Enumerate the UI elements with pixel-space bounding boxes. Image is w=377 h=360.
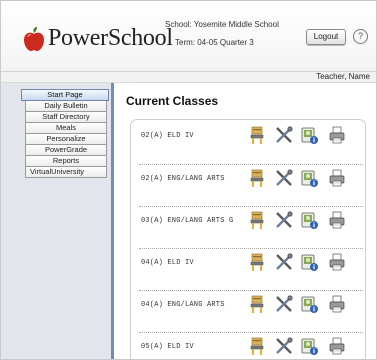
seating-chart-icon[interactable]	[247, 125, 267, 145]
seating-chart-icon[interactable]	[247, 252, 267, 272]
logout-button[interactable]: Logout	[306, 29, 346, 45]
seating-chart-icon[interactable]	[247, 168, 267, 188]
tools-icon[interactable]	[274, 125, 294, 145]
header: PowerSchool School: Yosemite Middle Scho…	[1, 1, 376, 72]
print-icon[interactable]	[327, 336, 347, 356]
tools-icon[interactable]	[274, 336, 294, 356]
class-name[interactable]: 03(A) ENG/LANG ARTS G	[141, 217, 233, 225]
sidebar-nav: Start Page Daily Bulletin Staff Director…	[21, 89, 109, 178]
sidebar-item-reports[interactable]: Reports	[25, 156, 107, 167]
seating-chart-icon[interactable]	[247, 336, 267, 356]
class-row: 05(A) ELD IV	[139, 332, 363, 359]
seating-chart-icon[interactable]	[247, 210, 267, 230]
student-info-icon[interactable]	[299, 210, 319, 230]
class-name[interactable]: 05(A) ELD IV	[141, 343, 194, 351]
class-name[interactable]: 02(A) ENG/LANG ARTS	[141, 175, 225, 183]
sidebar: Start Page Daily Bulletin Staff Director…	[1, 83, 114, 359]
logo-text: PowerSchool	[48, 25, 173, 51]
tools-icon[interactable]	[274, 210, 294, 230]
student-info-icon[interactable]	[299, 294, 319, 314]
tools-icon[interactable]	[274, 294, 294, 314]
class-row: 02(A) ENG/LANG ARTS	[139, 164, 363, 201]
print-icon[interactable]	[327, 168, 347, 188]
sidebar-item-meals[interactable]: Meals	[25, 123, 107, 134]
teacher-name: Teacher, Name	[316, 72, 370, 81]
sidebar-item-powergrade[interactable]: PowerGrade	[25, 145, 107, 156]
sidebar-item-start-page[interactable]: Start Page	[21, 89, 109, 101]
print-icon[interactable]	[327, 125, 347, 145]
sidebar-item-staff-directory[interactable]: Staff Directory	[25, 112, 107, 123]
class-row: 04(A) ENG/LANG ARTS	[139, 290, 363, 327]
class-row: 04(A) ELD IV	[139, 248, 363, 285]
teacher-bar: Teacher, Name	[1, 72, 376, 83]
seating-chart-icon[interactable]	[247, 294, 267, 314]
sidebar-item-daily-bulletin[interactable]: Daily Bulletin	[25, 101, 107, 112]
print-icon[interactable]	[327, 294, 347, 314]
sidebar-item-virtualuniversity[interactable]: VirtualUniversity	[25, 167, 107, 178]
class-name[interactable]: 02(A) ELD IV	[141, 132, 194, 140]
class-name[interactable]: 04(A) ELD IV	[141, 259, 194, 267]
class-row: 03(A) ENG/LANG ARTS G	[139, 206, 363, 243]
student-info-icon[interactable]	[299, 168, 319, 188]
help-icon[interactable]: ?	[353, 29, 368, 44]
classes-list: 02(A) ELD IV 02(A) ENG/LANG ARTS 03(A) ENG…	[130, 119, 366, 359]
page-title: Current Classes	[126, 94, 219, 108]
class-row: 02(A) ELD IV	[139, 122, 363, 158]
print-icon[interactable]	[327, 210, 347, 230]
tools-icon[interactable]	[274, 168, 294, 188]
school-name: School: Yosemite Middle School	[165, 20, 279, 29]
student-info-icon[interactable]	[299, 252, 319, 272]
class-name[interactable]: 04(A) ENG/LANG ARTS	[141, 301, 225, 309]
apple-icon	[24, 26, 44, 51]
school-info: School: Yosemite Middle School Term: 04-…	[165, 18, 279, 54]
term-label: Term: 04-05 Quarter 3	[175, 38, 254, 47]
print-icon[interactable]	[327, 252, 347, 272]
student-info-icon[interactable]	[299, 336, 319, 356]
student-info-icon[interactable]	[299, 125, 319, 145]
tools-icon[interactable]	[274, 252, 294, 272]
powerschool-window: PowerSchool School: Yosemite Middle Scho…	[0, 0, 377, 360]
main-content: Current Classes 02(A) ELD IV 02(A) ENG/LA…	[114, 83, 376, 359]
sidebar-item-personalize[interactable]: Personalize	[25, 134, 107, 145]
powerschool-logo[interactable]: PowerSchool	[23, 25, 173, 52]
